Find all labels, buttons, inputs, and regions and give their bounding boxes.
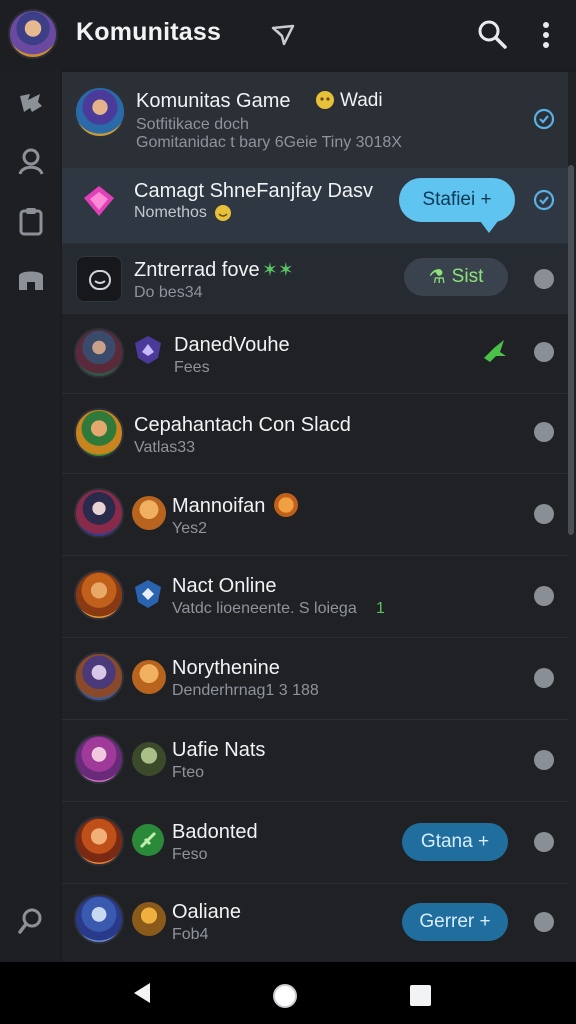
- fire-emoji-icon: [274, 493, 298, 517]
- item-subtitle: Fob4: [172, 926, 209, 943]
- status-dot: [534, 750, 554, 770]
- list-item[interactable]: Nact Online Vatdc lioeneente. S loiega 1: [62, 556, 568, 638]
- item-name-extra: Wadi: [340, 90, 383, 111]
- crown-emoji-icon: [316, 91, 334, 109]
- recents-icon[interactable]: [410, 985, 431, 1006]
- list-item[interactable]: Mannoifan Yes2: [62, 474, 568, 556]
- item-subtitle-extra: 1: [376, 600, 385, 617]
- list-item[interactable]: Badonted Feso Gtana +: [62, 802, 568, 884]
- goblin-badge-icon: [132, 742, 166, 776]
- item-subtitle: Denderhrnag1 3 188: [172, 682, 319, 699]
- item-name: Cepahantach Con Slacd: [134, 414, 351, 436]
- item-subtitle: Yes2: [172, 520, 207, 537]
- status-dot: [534, 912, 554, 932]
- start-label: Sist: [451, 266, 484, 287]
- verified-check-icon: [533, 108, 555, 130]
- system-nav-bar: [0, 962, 576, 1024]
- search-icon[interactable]: [477, 19, 507, 49]
- smile-emoji-icon: [215, 205, 231, 221]
- community-avatar: [74, 894, 124, 944]
- item-subtitle: Do bes34: [134, 284, 203, 301]
- item-name: Uafie Nats: [172, 739, 266, 761]
- community-avatar: [74, 86, 126, 138]
- search-icon[interactable]: [16, 906, 46, 936]
- status-dot: [534, 504, 554, 524]
- status-dot: [534, 269, 554, 289]
- list-item[interactable]: Uafie Nats Fteo: [62, 720, 568, 802]
- shield-badge-icon: [135, 580, 161, 608]
- status-dot: [534, 668, 554, 688]
- join-button[interactable]: Gtana +: [402, 823, 508, 861]
- verified-badge-icon: [271, 24, 295, 46]
- shield-badge-icon: [135, 336, 161, 364]
- app-title: Komunitass: [76, 18, 222, 46]
- community-avatar: [74, 570, 124, 620]
- item-subtitle: Fees: [174, 359, 210, 376]
- status-dot: [534, 586, 554, 606]
- item-name: Badonted: [172, 821, 258, 843]
- hero-badge-icon: [132, 902, 166, 936]
- navigation-rail: [0, 70, 60, 962]
- list-item[interactable]: Camagt ShneFanjfay Dasv Nomethos Stafiei…: [62, 168, 568, 244]
- item-name: Norythenine: [172, 657, 280, 679]
- status-dot: [534, 342, 554, 362]
- item-name: Komunitas Game: [136, 90, 291, 112]
- join-button[interactable]: Gerrer +: [402, 903, 508, 941]
- flask-icon: ⚗: [428, 266, 446, 288]
- list-item[interactable]: Cepahantach Con Slacd Vatlas33: [62, 394, 568, 474]
- person-icon[interactable]: [16, 146, 46, 176]
- list-item[interactable]: DanedVouhe Fees: [62, 314, 568, 394]
- community-avatar: [74, 328, 124, 378]
- item-name: Camagt ShneFanjfay Dasv: [134, 180, 374, 202]
- item-subtitle: Fteo: [172, 764, 205, 781]
- more-options-icon[interactable]: [536, 20, 556, 50]
- top-app-bar: Komunitass: [0, 0, 576, 70]
- sparkle-icon: ✶✶: [262, 260, 294, 281]
- home-icon[interactable]: [272, 983, 298, 1009]
- item-detail: Gomitanidac t bary 6Geie Tiny 3018X: [136, 134, 402, 151]
- start-button[interactable]: ⚗ Sist: [404, 258, 508, 296]
- item-subtitle: Sotfitikace doch: [136, 116, 249, 133]
- back-icon[interactable]: [130, 981, 154, 1005]
- item-name: DanedVouhe: [174, 334, 290, 356]
- community-list: Komunitas Game Wadi Sotfitikace doch Gom…: [62, 72, 576, 962]
- item-subtitle: Vatdc lioeneente. S loiega: [172, 600, 357, 617]
- list-item[interactable]: Zntrerrad fove ✶✶ Do bes34 ⚗ Sist: [62, 244, 568, 314]
- gamepad-icon[interactable]: [16, 88, 46, 118]
- gem-icon: [84, 186, 114, 216]
- community-avatar: [74, 734, 124, 784]
- list-item[interactable]: Komunitas Game Wadi Sotfitikace doch Gom…: [62, 72, 568, 168]
- item-name: Mannoifan: [172, 495, 266, 517]
- item-subtitle: Nomethos: [134, 204, 207, 221]
- list-item[interactable]: Oaliane Fob4 Gerrer +: [62, 884, 568, 962]
- status-dot: [534, 422, 554, 442]
- item-name: Zntrerrad fove: [134, 259, 260, 281]
- community-avatar: [74, 408, 124, 458]
- leaf-icon: [139, 831, 157, 849]
- clipboard-icon[interactable]: [16, 206, 46, 236]
- green-plane-icon: [484, 340, 506, 362]
- item-name: Oaliane: [172, 901, 241, 923]
- leaf-badge-icon: [132, 824, 164, 856]
- bubble-tail: [480, 221, 498, 233]
- scrollbar[interactable]: [568, 165, 574, 535]
- community-avatar: [74, 488, 124, 538]
- profile-avatar[interactable]: [8, 9, 58, 59]
- store-icon[interactable]: [16, 264, 46, 294]
- community-logo: [76, 256, 122, 302]
- status-dot: [534, 832, 554, 852]
- list-item[interactable]: Norythenine Denderhrnag1 3 188: [62, 638, 568, 720]
- hero-badge-icon: [132, 496, 166, 530]
- community-avatar: [74, 652, 124, 702]
- item-name: Nact Online: [172, 575, 277, 597]
- chat-face-icon: [89, 270, 111, 290]
- item-subtitle: Vatlas33: [134, 439, 196, 456]
- community-avatar: [74, 816, 124, 866]
- follow-bubble-button[interactable]: Stafiei +: [399, 178, 515, 222]
- hero-badge-icon: [132, 660, 166, 694]
- verified-check-icon: [533, 189, 555, 211]
- item-subtitle: Feso: [172, 846, 208, 863]
